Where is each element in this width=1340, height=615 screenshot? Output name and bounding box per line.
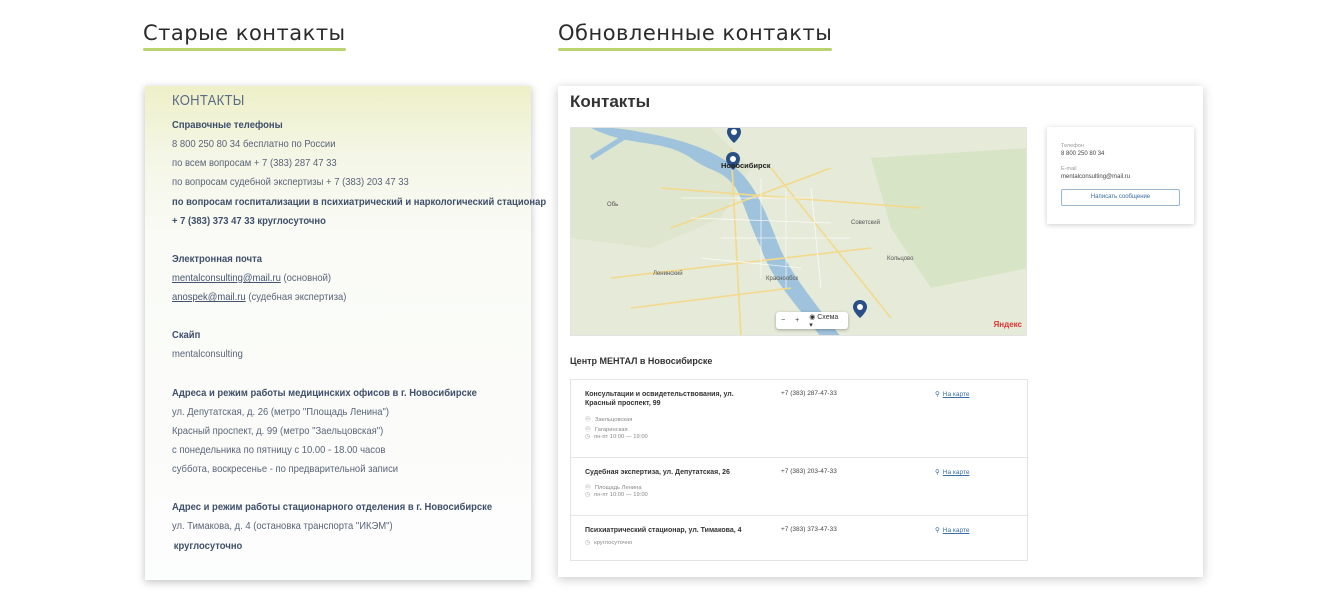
phone-label: Телефон — [1061, 143, 1084, 149]
metro-icon: ⓜ — [585, 417, 591, 423]
email-label: E-mail — [1061, 166, 1077, 172]
table-row: Судебная экспертиза, ул. Депутатская, 26… — [571, 457, 1027, 515]
office-line: с понедельника по пятницу с 10.00 - 18.0… — [172, 444, 386, 457]
email-title: Электронная почта — [172, 253, 262, 266]
old-title: КОНТАКТЫ — [172, 93, 245, 109]
email-value: mentalconsulting@mail.ru — [1061, 174, 1131, 180]
write-message-button[interactable]: Написать сообщение — [1061, 189, 1180, 206]
metro-icon: ⓜ — [585, 427, 591, 433]
city-map[interactable]: Новосибирск Обь Кольцово Краснообск Сове… — [570, 127, 1027, 336]
location-phone[interactable]: +7 (383) 203-47-33 — [781, 468, 837, 475]
on-map-link[interactable]: На карте — [935, 390, 970, 398]
old-contacts-heading: Старые контакты — [143, 21, 346, 51]
clock-icon: ◷ — [585, 540, 591, 546]
center-title: Центр МЕНТАЛ в Новосибирске — [570, 356, 713, 366]
location-name: Консультации и освидетельствования, ул. … — [585, 391, 734, 407]
clock-icon: ◷ — [585, 492, 591, 498]
locations-table: Консультации и освидетельствования, ул. … — [570, 379, 1028, 561]
new-contacts-card: Контакты Новосибирск Обь Кольцово Красно… — [558, 86, 1203, 577]
office-line: суббота, воскресенье - по предварительно… — [172, 463, 399, 476]
map-layer-button[interactable]: ◉ Схема ▾ — [804, 313, 848, 329]
work-hours: пн-пт 10:00 — 19:00 — [594, 492, 648, 498]
phones-title: Справочные телефоны — [172, 119, 283, 131]
stationary-line: ул. Тимакова, д. 4 (остановка транспорта… — [172, 520, 393, 533]
map-city-label: Новосибирск — [721, 161, 771, 170]
phone-value: 8 800 250 80 34 — [1061, 151, 1105, 157]
metro-icon: ⓜ — [585, 485, 591, 491]
email-link-main[interactable]: mentalconsulting@mail.ru — [172, 272, 281, 284]
email-note: (основной) — [283, 272, 332, 285]
yandex-logo: Яндекс — [993, 320, 1022, 329]
page-title: Контакты — [570, 92, 651, 111]
new-contacts-heading: Обновленные контакты — [558, 21, 833, 51]
office-line: ул. Депутатская, д. 26 (метро "Площадь Л… — [172, 405, 389, 418]
phone-line: по вопросам госпитализации в психиатриче… — [172, 195, 547, 208]
metro-station: Гагаринская — [594, 427, 628, 433]
clock-icon: ◷ — [585, 434, 591, 440]
location-name: Судебная экспертиза, ул. Депутатская, 26 — [585, 469, 730, 476]
map-pin-icon[interactable] — [727, 127, 741, 143]
table-row: Консультации и освидетельствования, ул. … — [571, 380, 1027, 457]
metro-station: Площадь Ленина — [594, 485, 642, 491]
location-phone[interactable]: +7 (383) 373-47-33 — [781, 526, 837, 533]
on-map-link[interactable]: На карте — [935, 468, 970, 476]
table-row: Психиатрический стационар, ул. Тимакова,… — [571, 515, 1027, 561]
map-place-label: Ленинский — [653, 271, 683, 277]
zoom-out-button[interactable]: − — [776, 317, 790, 324]
phone-line: по вопросам судебной экспертизы + 7 (383… — [172, 176, 409, 189]
map-controls: − + ◉ Схема ▾ — [776, 312, 848, 329]
office-line: Красный проспект, д. 99 (метро "Заельцов… — [172, 424, 384, 437]
work-hours: пн-пт 10:00 — 19:00 — [594, 434, 648, 440]
map-canvas — [571, 128, 1026, 335]
old-contacts-card: КОНТАКТЫ Справочные телефоны 8 800 250 8… — [145, 86, 547, 580]
skype-title: Скайп — [172, 329, 201, 342]
offices-title: Адреса и режим работы медицинских офисов… — [172, 386, 477, 399]
stationary-title: Адрес и режим работы стационарного отдел… — [172, 501, 493, 514]
metro-station: Заельцовская — [594, 417, 633, 423]
work-hours: круглосуточно — [594, 540, 633, 546]
on-map-link[interactable]: На карте — [935, 526, 970, 534]
phone-line: + 7 (383) 373 47 33 круглосуточно — [172, 214, 326, 227]
map-pin-icon[interactable] — [853, 300, 867, 318]
contact-sidebar: Телефон 8 800 250 80 34 E-mail mentalcon… — [1047, 127, 1194, 224]
email-note: (судебная экспертиза) — [248, 291, 347, 304]
stationary-line: круглосуточно — [173, 539, 243, 552]
map-place-label: Обь — [607, 202, 619, 208]
map-place-label: Краснообск — [766, 276, 799, 282]
location-phone[interactable]: +7 (383) 287-47-33 — [781, 390, 837, 397]
map-place-label: Кольцово — [887, 256, 914, 262]
phone-line: 8 800 250 80 34 бесплатно по России — [172, 138, 336, 150]
phone-line: по всем вопросам + 7 (383) 287 47 33 — [172, 157, 337, 170]
map-place-label: Советский — [851, 220, 880, 226]
skype-value: mentalconsulting — [172, 348, 243, 361]
location-name: Психиатрический стационар, ул. Тимакова,… — [585, 527, 742, 534]
zoom-in-button[interactable]: + — [790, 317, 804, 324]
email-link-expertise[interactable]: anospek@mail.ru — [172, 291, 246, 303]
